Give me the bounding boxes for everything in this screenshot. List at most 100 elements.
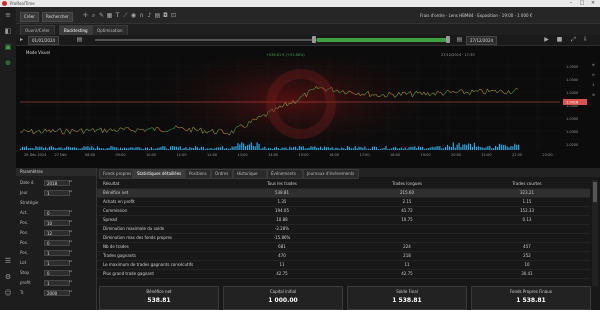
ruler-icon[interactable]: ⟋ [122,12,129,20]
chart-icon[interactable]: ◧ [3,27,13,35]
minimize-icon[interactable]: – [566,0,576,6]
param-value-field[interactable]: 12 [44,230,70,236]
volume-bar [387,148,389,150]
table-row[interactable]: Trades gagnants 470 218 252 [97,252,590,261]
param-label: Stratégie [20,200,39,205]
results-tab[interactable]: Ordres [211,169,233,179]
results-tab[interactable]: Positions [185,169,211,179]
results-tab[interactable]: Fonds propres [99,169,133,179]
volume-bar [162,146,164,150]
eye-icon[interactable]: ◉ [130,12,137,20]
list-icon[interactable]: ☰ [3,257,13,265]
param-stepper-icon[interactable]: ▴▾ [69,240,72,246]
backtest-icon[interactable]: ▣ [3,43,13,51]
param-value-field[interactable]: 0 [44,270,70,276]
cell-long-trades: 10.75 [401,217,413,222]
grid-icon[interactable]: ▦ [106,12,113,20]
param-stepper-icon[interactable]: ▴▾ [69,290,72,296]
volume-bar [29,147,31,150]
range-start-handle[interactable] [312,36,316,43]
crosshair-icon[interactable]: ✛ [82,12,89,20]
volume-bar [470,144,472,150]
param-value-field[interactable]: 10 [44,220,70,226]
table-row[interactable]: Diminution max des fonds propres -15.86% [97,234,590,243]
magnet-icon[interactable]: ∩ [138,12,145,20]
table-row[interactable]: Commission 194.05 41.72 152.33 [97,207,590,216]
results-scrollbar[interactable] [592,180,598,286]
volume-bar [391,148,393,150]
calendar-icon[interactable]: ▤ [154,12,161,20]
chart-tool-icon[interactable]: ⚙ [592,93,595,97]
volume-bar [329,147,331,150]
param-stepper-icon[interactable]: ▴▾ [69,220,72,226]
price-chart-panel[interactable]: 1.0550 1.0500 1.0450 1.0400 1.0350 1.0300 1.02… [16,45,600,168]
param-value-field[interactable]: 1 [44,190,70,196]
param-stepper-icon[interactable]: ▴▾ [69,280,72,286]
camera-icon[interactable]: ◘ [162,12,169,20]
param-value-field[interactable]: 2000 [44,290,70,296]
end-date-field[interactable]: 27/12/2024 [466,36,498,45]
search-icon[interactable]: ⌕ [90,12,97,20]
create-button[interactable]: Créer [20,12,39,22]
maximize-icon[interactable]: □ [577,0,587,6]
volume-bar [295,146,297,150]
table-row[interactable]: Plus grand trade gagnant 42.75 42.75 30.41 [97,270,590,279]
param-value-field[interactable]: 1 [44,260,70,266]
volume-bar [179,146,181,150]
volume-bar [200,146,202,150]
table-row[interactable]: Spread 10.88 10.75 0.13 [97,216,590,225]
x-axis-tick-label: 13:00 [238,153,248,157]
volume-bar [195,146,197,150]
search-button[interactable]: Rechercher [42,12,73,22]
param-stepper-icon[interactable]: ▴▾ [69,230,72,236]
start-date-field[interactable]: 01/01/2024 [28,36,60,45]
range-end-handle[interactable] [446,36,450,43]
pencil-icon[interactable]: ✎ [98,12,105,20]
results-tab[interactable]: Historique [233,169,267,179]
stop-icon[interactable]: ■ [556,36,563,44]
close-icon[interactable]: × [588,0,598,6]
table-row[interactable]: Bénéfice net 538.81 215.60 323.21 [97,189,590,198]
chart-tool-icon[interactable]: ⊕ [592,63,595,67]
zoom-icon[interactable]: ⊕ [3,59,13,67]
param-value-field[interactable]: 0 [44,240,70,246]
text-icon[interactable]: T [114,12,121,20]
results-tab[interactable]: Événements [267,169,303,179]
param-value-field[interactable]: 0 [44,210,70,216]
settings-icon[interactable]: ⚙ [3,273,13,281]
calendar-end-icon[interactable]: ▤ [456,36,463,44]
param-stepper-icon[interactable]: ▴▾ [69,190,72,196]
results-tab[interactable]: Statistiques détaillées [133,169,185,179]
fullscreen-icon[interactable]: ⤢ [570,36,577,44]
volume-bar [314,146,316,150]
export-icon[interactable]: ⇩ [582,36,589,44]
param-value-field[interactable]: 1 [44,280,70,286]
table-row[interactable]: Achats en profit 1.35 2.15 1.15 [97,198,590,207]
param-stepper-icon[interactable]: ▴▾ [69,210,72,216]
param-value-field[interactable]: 2018 [44,180,70,186]
results-tab[interactable]: Journaux d'événements [303,169,359,179]
table-row[interactable]: Nb de trades 681 224 457 [97,243,590,252]
volume-bar [73,147,76,150]
chart-tool-icon[interactable]: ↕ [592,83,595,87]
volume-bar [89,147,91,150]
param-stepper-icon[interactable]: ▴▾ [69,270,72,276]
menu-icon[interactable]: ≡ [3,11,13,19]
chart-tool-icon[interactable]: ⊖ [592,73,595,77]
scroll-thumb[interactable] [593,182,597,202]
play-icon[interactable]: ▸ [18,36,25,44]
price-chart[interactable]: 1.05501.05001.04501.04001.03501.03001.02… [16,46,600,168]
param-stepper-icon[interactable]: ▴▾ [69,180,72,186]
param-stepper-icon[interactable]: ▴▾ [69,250,72,256]
table-row[interactable]: Diminution maximale du solde -2.28% [97,225,590,234]
bell-icon[interactable]: ♪ [146,12,153,20]
run-icon[interactable]: ▶ [543,36,550,44]
volume-bar [45,147,47,150]
calendar-start-icon[interactable]: ▤ [76,36,83,44]
volume-bar [212,148,214,150]
param-value-field[interactable]: 1 [44,250,70,256]
param-stepper-icon[interactable]: ▴▾ [69,260,72,266]
user-icon[interactable]: ☺ [3,289,13,297]
lock-icon[interactable]: ⊡ [170,12,177,20]
table-row[interactable]: Le maximum de trades gagnants consécutif… [97,261,590,270]
